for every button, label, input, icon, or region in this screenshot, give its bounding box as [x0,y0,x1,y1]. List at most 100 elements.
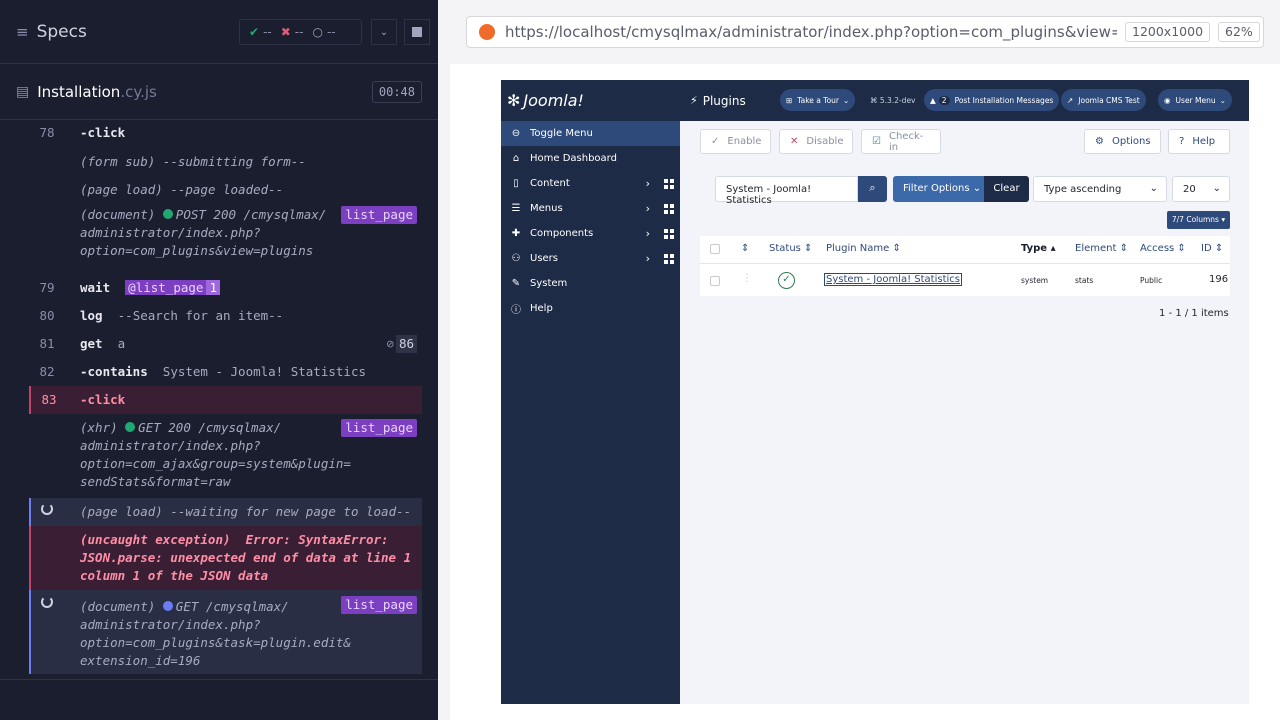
chevron-right-icon: › [645,227,650,240]
home-icon: ⌂ [512,153,520,164]
menu-users[interactable]: ⚇ Users › [501,246,680,271]
enabled-status-icon[interactable]: ✓ [778,272,795,289]
stop-button[interactable] [404,19,430,45]
pending-count: -- [326,25,336,39]
dashboard-grid-icon [664,203,674,214]
document-icon: ▤ [16,83,30,100]
command-row[interactable]: 81 get a ⊘ 86 [29,330,422,358]
spec-file-header: ▤ Installation.cy.js 00:48 [0,64,438,120]
check-icon: ✓ [711,136,720,147]
chevron-right-icon: › [645,202,650,215]
plugin-element: stats [1075,276,1094,285]
menu-components[interactable]: ✚ Components › [501,221,680,246]
limit-select[interactable]: 20 ⌄ [1172,176,1230,202]
viewport-size[interactable]: 1200x1000 [1125,22,1211,42]
command-row-pending[interactable]: (page load) --waiting for new page to lo… [29,498,422,526]
url-bar[interactable]: https://localhost/cmysqlmax/administrato… [466,16,1264,48]
joomla-header: ⚡ Plugins ⊞ Take a Tour ⌄ ⌘ 5.3.2-dev ▲ 2 Po… [680,80,1249,121]
passed-icon: ✔ [249,25,260,39]
users-icon: ⚇ [511,253,521,264]
eye-slash-icon: ⊘ [386,336,394,351]
search-icon[interactable]: ⌕ [858,176,887,202]
failed-count: -- [294,25,304,39]
version-label: ⌘ 5.3.2-dev [870,96,916,105]
error-row[interactable]: (uncaught exception) Error: SyntaxError:… [29,526,422,590]
access-column-header[interactable]: Access ⇕ [1140,243,1186,254]
run-stats: ✔ -- ✖ -- ○ -- [239,19,362,45]
menu-collapse-icon[interactable]: ≡ [16,23,29,41]
page-title: Plugins [702,93,746,108]
command-row[interactable]: 82 -contains System - Joomla! Statistics [29,358,422,386]
element-column-header[interactable]: Element ⇕ [1075,243,1128,254]
plugin-name-column-header[interactable]: Plugin Name ⇕ [826,243,901,254]
chevron-down-icon: ⌄ [1212,183,1221,194]
command-row[interactable]: (form sub) --submitting form-- [29,148,422,176]
wrench-icon: ✎ [511,278,521,289]
menu-home-dashboard[interactable]: ⌂ Home Dashboard [501,146,680,171]
gear-icon: ⚙ [1095,136,1104,147]
select-all-checkbox[interactable] [710,244,720,254]
status-dot-icon [125,422,136,432]
help-button[interactable]: ? Help [1168,129,1230,154]
status-column-header[interactable]: Status ⇕ [769,243,812,254]
alias-tag: list_page [341,596,417,614]
drag-handle-icon[interactable]: ⋮ [742,273,752,284]
command-row[interactable]: (document) POST 200 /cmysqlmax/ administ… [29,204,422,274]
sort-select[interactable]: Type ascending ⌄ [1033,176,1167,202]
failed-icon: ✖ [280,25,291,39]
command-row-pending[interactable]: (document) GET /cmysqlmax/ administrator… [29,590,422,674]
filter-options-button[interactable]: Filter Options ⌄ [893,176,984,202]
menu-system[interactable]: ✎ System [501,271,680,296]
external-link-icon: ↗ [1067,95,1074,105]
table-row[interactable]: ⋮ ✓ System - Joomla! Statistics system s… [700,265,1230,296]
command-row[interactable]: (page load) --page loaded-- [29,176,422,204]
puzzle-icon: ✚ [511,228,521,239]
alias-tag: list_page [341,206,417,224]
cypress-runner-panel: ≡ Specs ✔ -- ✖ -- ○ -- ⌄ ▤ Installation.… [0,0,438,720]
plugin-access: Public [1140,276,1163,285]
type-column-header[interactable]: Type ▴ [1021,243,1056,254]
command-row[interactable]: 80 log --Search for an item-- [29,302,422,330]
plug-icon: ⚡ [690,94,698,107]
columns-button[interactable]: 7/7 Columns ▾ [1167,211,1230,229]
menu-help[interactable]: ⓘ Help [501,296,680,321]
menu-menus[interactable]: ☰ Menus › [501,196,680,221]
clear-button[interactable]: Clear [984,176,1029,202]
disable-button[interactable]: ✕ Disable [779,129,853,154]
dashboard-grid-icon [664,253,674,264]
chevron-right-icon: › [645,252,650,265]
alias-ref: @list_page [125,280,207,295]
enable-button[interactable]: ✓ Enable [700,129,771,154]
user-menu-button[interactable]: ◉ User Menu ⌄ [1158,89,1232,111]
bell-icon: ▲ [930,95,936,105]
options-button[interactable]: ⚙ Options [1084,129,1161,154]
aut-viewport: ✻ Joomla! ⊖ Toggle Menu ⌂ Home Dashboard ▯… [450,64,1280,720]
menu-content[interactable]: ▯ Content › [501,171,680,196]
command-row[interactable]: (xhr) GET 200 /cmysqlmax/ administrator/… [29,414,422,498]
command-row[interactable]: 78 -click [29,120,422,148]
toggle-icon: ⊖ [511,128,521,139]
search-input[interactable]: System - Joomla! Statistics [715,176,858,206]
run-duration: 00:48 [371,81,422,103]
dashboard-grid-icon [664,228,674,239]
firefox-icon [479,24,495,40]
specs-label[interactable]: Specs [37,22,87,42]
url-text[interactable]: https://localhost/cmysqlmax/administrato… [505,23,1117,41]
status-dot-icon [162,601,173,611]
ordering-sort-icon[interactable]: ⇕ [741,243,749,254]
joomla-logo[interactable]: ✻ Joomla! [501,80,680,121]
plugin-name-link[interactable]: System - Joomla! Statistics [824,273,962,286]
id-column-header[interactable]: ID ⇕ [1201,243,1223,254]
row-checkbox[interactable] [710,276,720,286]
loading-spinner-icon [41,596,53,608]
toggle-menu-button[interactable]: ⊖ Toggle Menu [501,121,680,146]
take-tour-button[interactable]: ⊞ Take a Tour ⌄ [780,89,856,111]
site-link-button[interactable]: ↗ Joomla CMS Test [1061,89,1146,111]
command-row[interactable]: 79 wait @list_page 1 [29,274,422,302]
post-install-button[interactable]: ▲ 2 Post Installation Messages [924,89,1060,111]
checkin-button[interactable]: ☑ Check-in [861,129,941,154]
file-icon: ▯ [513,178,519,189]
command-row-active[interactable]: 83 -click [29,386,422,414]
chevron-down-icon[interactable]: ⌄ [371,19,397,45]
table-header: ⇕ Status ⇕ Plugin Name ⇕ Type ▴ Element … [700,236,1230,264]
